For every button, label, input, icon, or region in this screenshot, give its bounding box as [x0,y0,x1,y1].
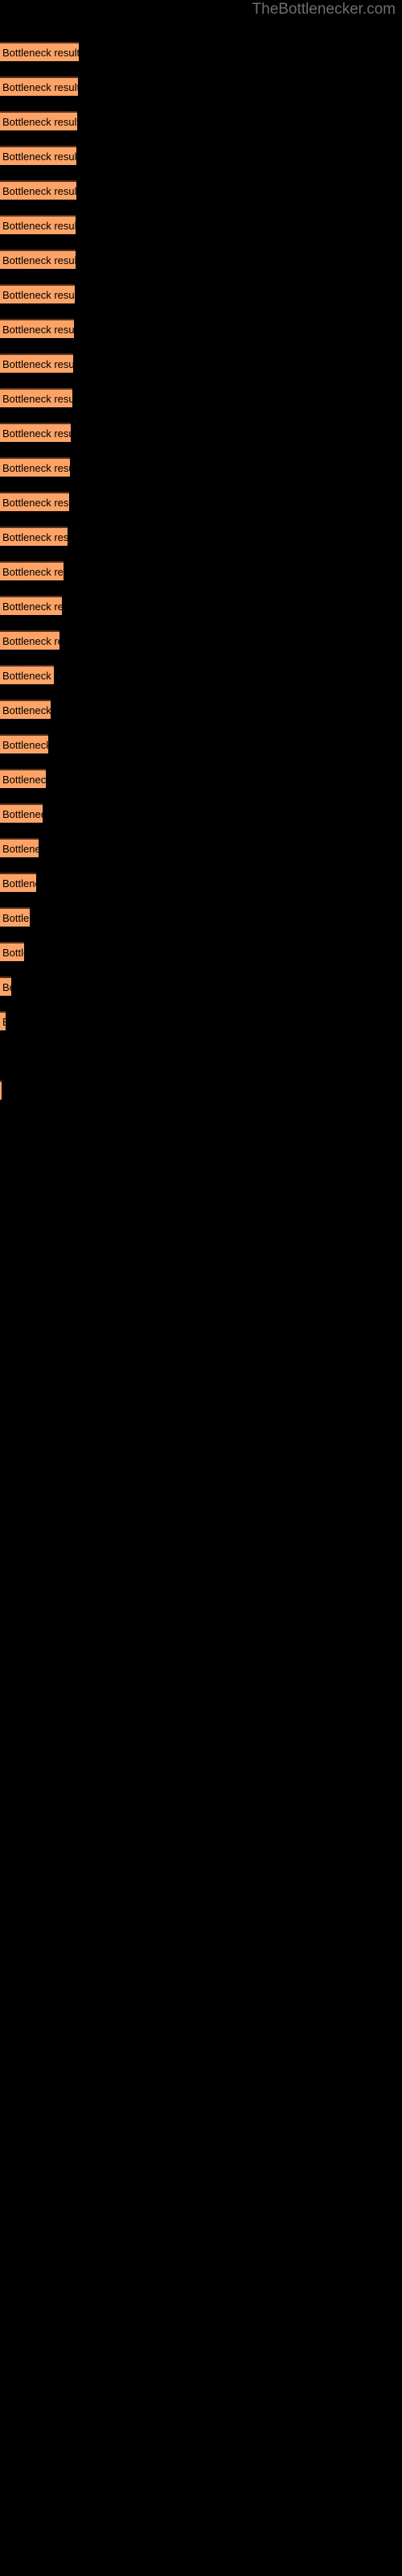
bar[interactable]: Bottleneck result [0,838,39,857]
bar[interactable]: Bottleneck result [0,215,76,234]
bar-row: Bottleneck result [0,630,402,650]
bar-row: Bottleneck result [0,803,402,823]
bar-label: Bottleneck result [2,151,76,163]
bar-label: Bottleneck result [2,254,76,266]
bar[interactable]: Bottleneck result [0,873,36,892]
bar-row: Bottleneck result [0,1011,402,1030]
bar-row: Bottleneck result [0,665,402,684]
bar-label: Bottleneck result [2,531,68,543]
bar-row: Bottleneck result [0,561,402,580]
bar[interactable]: Bottleneck result [0,319,74,338]
bar[interactable]: Bottleneck result [0,146,76,165]
bar-row: Bottleneck result [0,976,402,996]
bar-row: Bottleneck result [0,215,402,234]
bar-label: Bottleneck result [2,670,54,682]
bar[interactable]: Bottleneck result [0,284,75,303]
bar-row: Bottleneck result [0,838,402,857]
bar-row: Bottleneck result [0,734,402,753]
bar-label: Bottleneck result [2,774,46,786]
bar[interactable]: Bottleneck result [0,1011,6,1030]
bar-label: Bottleneck result [2,47,79,59]
bar-label: Bottleneck result [2,739,48,751]
bar-row: Bottleneck result [0,319,402,338]
bar-row: Bottleneck result [0,76,402,96]
bar[interactable]: Bottleneck result [0,561,64,580]
bar-row: Bottleneck result [0,700,402,719]
bar-label: Bottleneck result [2,116,77,128]
bar[interactable]: Bottleneck result [0,526,68,546]
bar-label: Bottleneck result [2,324,74,336]
bar-row: Bottleneck result [0,907,402,927]
bar-row: Bottleneck result [0,42,402,61]
bar[interactable]: Bottleneck result [0,630,59,650]
bar-row: Bottleneck result [0,250,402,269]
bar-label: Bottleneck result [2,635,59,647]
bar[interactable]: Bottleneck result [0,250,76,269]
bar-label: Bottleneck result [2,427,71,440]
bar[interactable]: Bottleneck result [0,457,70,477]
bar-label: Bottleneck result [2,566,64,578]
bar-label: Bottleneck result [2,601,62,613]
bar-row: Bottleneck result [0,769,402,788]
bar-label: Bottleneck result [2,981,11,993]
bar[interactable]: Bottleneck result [0,942,24,961]
bar-row: Bottleneck result [0,388,402,407]
bar-row: Bottleneck result [0,284,402,303]
bar-label: Bottleneck result [2,877,36,890]
bar-row: Bottleneck result [0,111,402,130]
bar-row: Bottleneck result [0,942,402,961]
bar-label: Bottleneck result [2,220,76,232]
bar-label: Bottleneck result [2,497,69,509]
bar[interactable]: Bottleneck result [0,1080,2,1100]
bar-row: Bottleneck result [0,526,402,546]
bar-label: Bottleneck result [2,947,24,959]
bar-row: Bottleneck result [0,457,402,477]
bar[interactable]: Bottleneck result [0,76,78,96]
bar[interactable]: Bottleneck result [0,596,62,615]
bar[interactable]: Bottleneck result [0,734,48,753]
bar-label: Bottleneck result [2,1015,6,1030]
bar[interactable]: Bottleneck result [0,665,54,684]
bar-row: Bottleneck result [0,353,402,373]
bar[interactable]: Bottleneck result [0,42,79,61]
bar[interactable]: Bottleneck result [0,388,72,407]
bar-label: Bottleneck result [2,912,30,924]
bar-row: Bottleneck result [0,1080,402,1100]
bar-label: Bottleneck result [2,462,70,474]
bar-row: Bottleneck result [0,492,402,511]
bar-label: Bottleneck result [2,808,43,820]
bar[interactable]: Bottleneck result [0,111,77,130]
bar-row: Bottleneck result [0,146,402,165]
bar[interactable]: Bottleneck result [0,907,30,927]
bar[interactable]: Bottleneck result [0,492,69,511]
bottleneck-bar-chart: Bottleneck result Bottleneck result Bottle… [0,0,402,2576]
bar[interactable]: Bottleneck result [0,769,46,788]
bar[interactable]: Bottleneck result [0,180,76,200]
bar-label: Bottleneck result [2,843,39,855]
bar-row: Bottleneck result [0,596,402,615]
bar[interactable]: Bottleneck result [0,976,11,996]
bar[interactable]: Bottleneck result [0,353,73,373]
bar[interactable]: Bottleneck result [0,803,43,823]
bar[interactable]: Bottleneck result [0,423,71,442]
bar-label: Bottleneck result [2,81,78,93]
bar-row: Bottleneck result [0,873,402,892]
bar-label: Bottleneck result [2,358,73,370]
bar-row: Bottleneck result [0,423,402,442]
bar-label: Bottleneck result [2,704,51,716]
bar-label: Bottleneck result [2,393,72,405]
bar[interactable]: Bottleneck result [0,700,51,719]
bar-label: Bottleneck result [2,289,75,301]
bar-label: Bottleneck result [2,185,76,197]
bar-row: Bottleneck result [0,180,402,200]
